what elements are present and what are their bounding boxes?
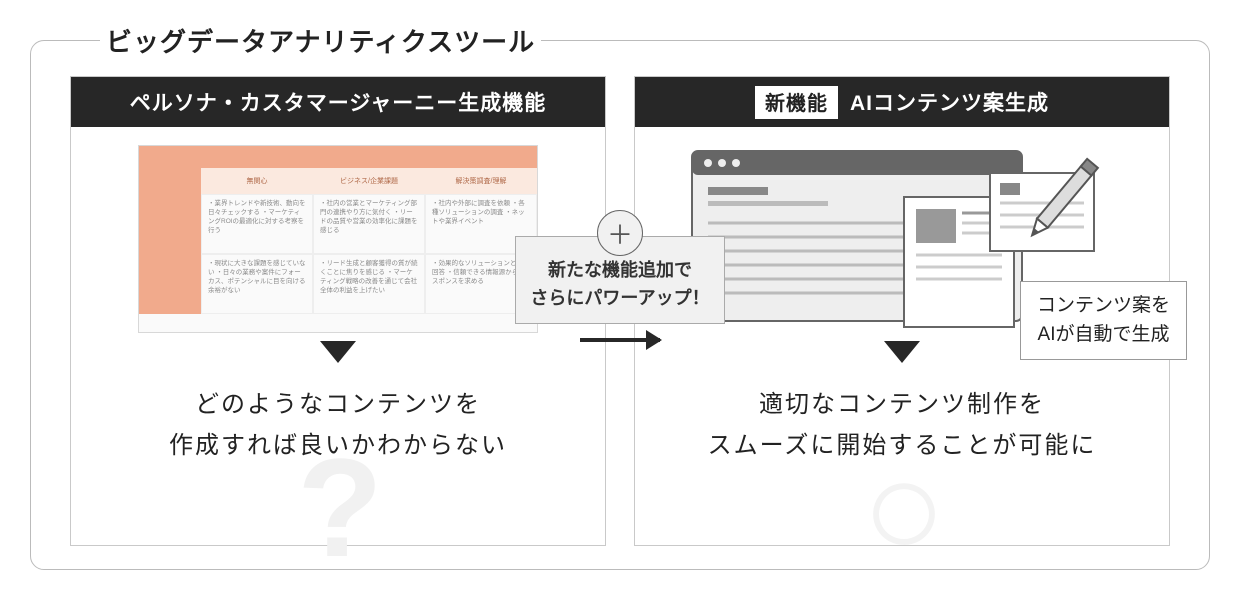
journey-phase-label [139,168,201,194]
panel-header-left: ペルソナ・カスタマージャーニー生成機能 [71,77,605,127]
journey-corner [139,146,201,168]
journey-top-bar [201,146,537,168]
journey-col-2: ビジネス/企業課題 [313,168,425,194]
journey-cell-2-2: ・リード生成と顧客獲得の質が続くことに焦りを感じる ・マーケティング戦略の改善を… [313,254,425,314]
plus-icon: ＋ [597,210,643,256]
journey-table-mock: 無関心 ビジネス/企業課題 解決策調査/理解 ・業界トレンドや新技術、動向を日々… [138,145,538,333]
caption-left: どのようなコンテンツを 作成すれば良いかわからない [169,385,507,467]
triangle-down-icon [884,341,920,363]
caption-left-line2: 作成すれば良いかわからない [169,432,507,459]
journey-col-1: 無関心 [201,168,313,194]
journey-row-1-label [139,194,201,254]
journey-cell-1-2: ・社内の営業とマーケティング部門の連携やり方に気付く ・リードの品質や営業の効率… [313,194,425,254]
panel-header-right: 新機能 AIコンテンツ案生成 [635,77,1169,127]
caption-right-line1: 適切なコンテンツ制作を [759,391,1045,418]
caption-right: 適切なコンテンツ制作を スムーズに開始することが可能に [708,385,1097,467]
triangle-down-icon [320,341,356,363]
panel-header-right-text: AIコンテンツ案生成 [850,87,1049,117]
ai-tooltip-line2: AIが自動で生成 [1038,324,1170,345]
journey-row-2-label [139,254,201,314]
connector-block: ＋ 新たな機能追加で さらにパワーアップ！ [505,190,735,342]
connector-line1: 新たな機能追加で [548,260,692,280]
caption-right-line2: スムーズに開始することが可能に [708,432,1097,459]
frame-title: ビッグデータアナリティクスツール [100,22,541,59]
arrow-right-icon [580,338,660,342]
journey-cell-1-1: ・業界トレンドや新技術、動向を日々チェックする ・マーケティングROIの最適化に… [201,194,313,254]
new-feature-badge: 新機能 [755,86,838,119]
panel-header-left-text: ペルソナ・カスタマージャーニー生成機能 [130,87,547,117]
caption-left-line1: どのようなコンテンツを [195,391,481,418]
connector-line2: さらにパワーアップ！ [530,288,709,308]
ai-tooltip: コンテンツ案を AIが自動で生成 [1020,281,1187,360]
journey-cell-2-1: ・現状に大きな課題を感じていない ・日々の業務や案件にフォーカス、ポテンシャルに… [201,254,313,314]
ai-tooltip-line1: コンテンツ案を [1037,295,1170,316]
